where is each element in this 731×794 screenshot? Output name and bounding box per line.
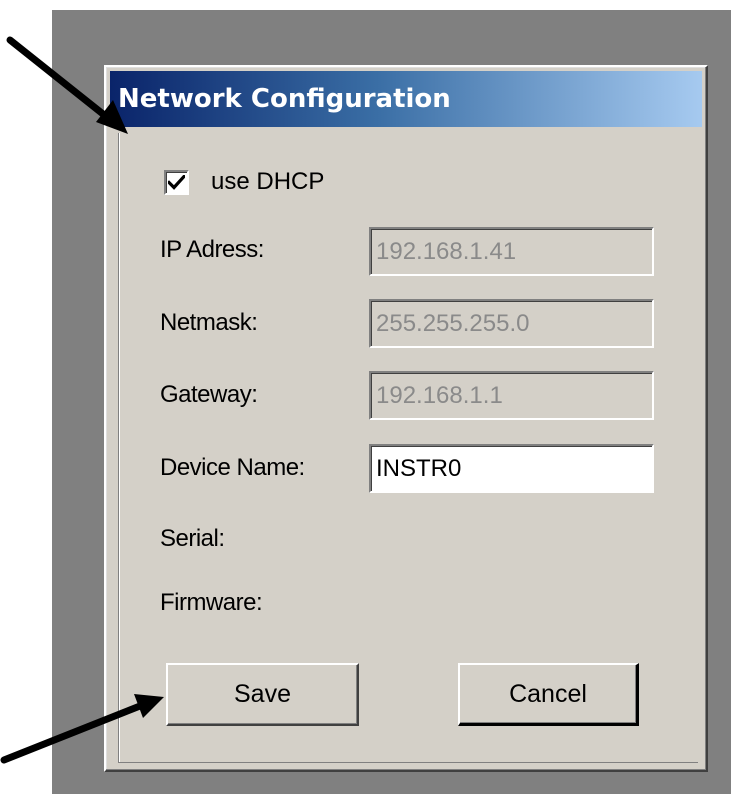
device-name-label: Device Name: (160, 454, 305, 481)
netmask-input[interactable] (369, 299, 654, 348)
dhcp-checkbox-label: use DHCP (211, 168, 325, 195)
serial-label: Serial: (160, 525, 225, 552)
screenshot-stage: Network Configuration use DHCP IP Adress… (0, 0, 731, 794)
netmask-label: Netmask: (160, 309, 258, 336)
dialog-title-bar[interactable]: Network Configuration (110, 71, 702, 127)
dialog-title: Network Configuration (118, 84, 451, 114)
device-name-input[interactable] (369, 444, 654, 493)
network-configuration-dialog: Network Configuration use DHCP IP Adress… (104, 65, 708, 772)
dhcp-checkbox[interactable] (164, 169, 189, 195)
ip-address-input[interactable] (369, 227, 654, 276)
cancel-button[interactable]: Cancel (458, 663, 639, 726)
ip-address-label: IP Adress: (160, 236, 264, 263)
gateway-input[interactable] (369, 371, 654, 420)
save-button[interactable]: Save (166, 663, 359, 726)
dhcp-checkbox-row[interactable]: use DHCP (164, 168, 324, 196)
gateway-label: Gateway: (160, 381, 258, 408)
checkmark-icon (168, 174, 185, 190)
firmware-label: Firmware: (160, 589, 263, 616)
